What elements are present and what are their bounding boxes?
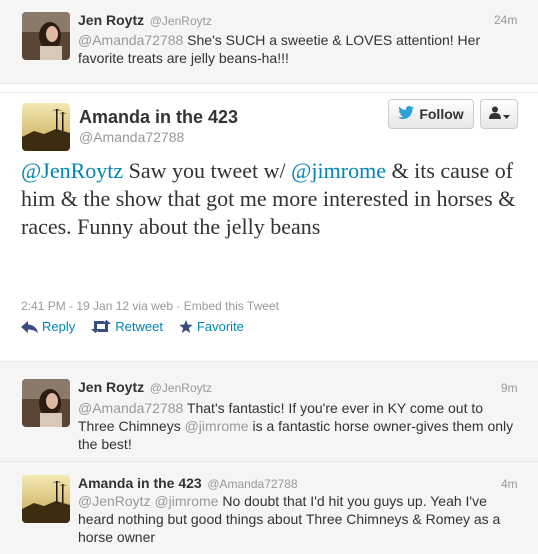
retweet-button[interactable]: Retweet: [91, 319, 163, 334]
tweet-text-body: Saw you tweet w/: [123, 158, 292, 183]
tweet-time[interactable]: 24m: [494, 13, 517, 27]
tweet-jenroytz-top[interactable]: Jen Roytz @JenRoytz 24m @Amanda72788 She…: [0, 0, 538, 84]
tweet-jenroytz-reply[interactable]: Jen Roytz @JenRoytz 9m @Amanda72788 That…: [0, 362, 538, 462]
tweet-text: @Amanda72788 She's SUCH a sweetie & LOVE…: [78, 31, 498, 67]
tweet-amanda-main: Amanda in the 423 @Amanda72788 Follow @J…: [0, 92, 538, 362]
reply-button[interactable]: Reply: [21, 319, 75, 334]
author-username[interactable]: @Amanda72788: [207, 477, 297, 491]
favorite-button[interactable]: Favorite: [179, 319, 244, 334]
tweet-time[interactable]: 4m: [501, 477, 518, 491]
user-icon: [488, 106, 501, 122]
avatar-amanda[interactable]: [22, 103, 70, 151]
retweet-label: Retweet: [115, 319, 163, 334]
tweet-text: @Amanda72788 That's fantastic! If you're…: [78, 399, 518, 453]
author-username[interactable]: @Amanda72788: [79, 129, 184, 145]
chevron-down-icon: [502, 107, 510, 122]
tweet-actions: Reply Retweet Favorite: [21, 319, 244, 334]
author-fullname[interactable]: Amanda in the 423: [78, 475, 202, 491]
author-username[interactable]: @JenRoytz: [150, 14, 212, 28]
author-fullname[interactable]: Amanda in the 423: [79, 107, 238, 128]
mention-link[interactable]: @Amanda72788: [78, 32, 183, 48]
mention-link[interactable]: @JenRoytz: [21, 158, 123, 183]
star-icon: [179, 319, 193, 334]
mention-link[interactable]: @Amanda72788: [78, 400, 183, 416]
author-fullname[interactable]: Jen Roytz: [78, 12, 144, 28]
mention-link[interactable]: @jimrome: [291, 158, 386, 183]
mention-link[interactable]: @jimrome: [154, 493, 218, 509]
author-username[interactable]: @JenRoytz: [150, 381, 212, 395]
reply-icon: [21, 320, 38, 333]
avatar-amanda[interactable]: [22, 475, 70, 523]
avatar-jenroytz[interactable]: [22, 12, 70, 60]
twitter-bird-icon: [398, 106, 415, 122]
follow-button-label: Follow: [419, 106, 464, 122]
tweet-time[interactable]: 9m: [501, 381, 518, 395]
follow-button[interactable]: Follow: [388, 99, 474, 129]
reply-label: Reply: [42, 319, 76, 334]
user-menu-button[interactable]: [480, 99, 518, 129]
avatar-jenroytz[interactable]: [22, 379, 70, 427]
tweet-text: @JenRoytz @jimrome No doubt that I'd hit…: [78, 492, 518, 546]
mention-link[interactable]: @jimrome: [185, 418, 249, 434]
tweet-amanda-reply[interactable]: Amanda in the 423 @Amanda72788 4m @JenRo…: [0, 462, 538, 554]
tweet-meta[interactable]: 2:41 PM - 19 Jan 12 via web · Embed this…: [21, 299, 279, 313]
mention-link[interactable]: @JenRoytz: [78, 493, 151, 509]
favorite-label: Favorite: [196, 319, 244, 334]
retweet-icon: [91, 320, 112, 333]
author-fullname[interactable]: Jen Roytz: [78, 379, 144, 395]
tweet-text: @JenRoytz Saw you tweet w/ @jimrome & it…: [21, 157, 521, 241]
